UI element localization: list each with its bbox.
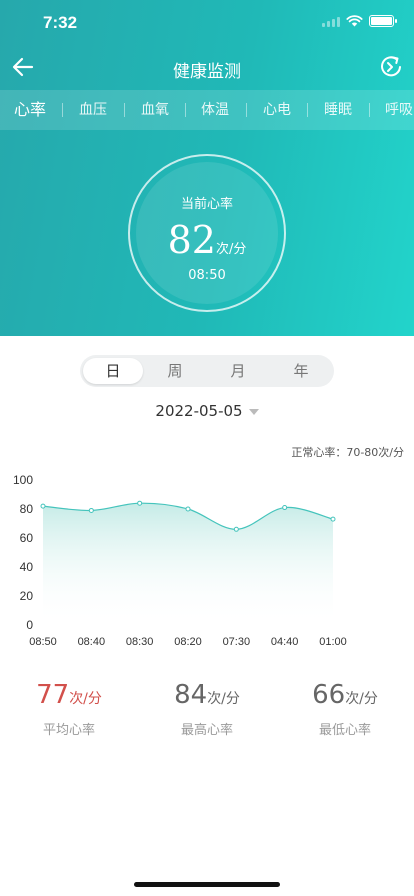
tab-divider bbox=[307, 103, 308, 117]
stat-average-label: 平均心率 bbox=[42, 723, 95, 738]
stat-max-value: 84 bbox=[174, 680, 208, 710]
chart-point bbox=[137, 500, 143, 506]
current-rate-unit: 次/分 bbox=[215, 242, 247, 257]
x-tick-label: 08:40 bbox=[78, 636, 106, 648]
gauge-inner-circle: 当前心率 82次/分 08:50 bbox=[136, 162, 278, 304]
x-tick-label: 08:20 bbox=[174, 636, 202, 648]
y-tick-label: 0 bbox=[26, 618, 33, 632]
normal-range-note: 正常心率：70-80次/分 bbox=[291, 446, 404, 459]
wifi-icon bbox=[346, 15, 363, 27]
current-rate-row: 82次/分 bbox=[136, 218, 278, 262]
status-bar: 7:32 bbox=[0, 0, 414, 44]
chart-point bbox=[233, 526, 239, 532]
y-tick-label: 40 bbox=[20, 560, 34, 574]
status-time: 7:32 bbox=[43, 13, 78, 32]
tab-sleep[interactable]: 睡眠 bbox=[309, 90, 367, 130]
stat-min-label: 最低心率 bbox=[318, 723, 371, 738]
period-day[interactable]: 日 bbox=[83, 358, 143, 384]
stat-average-row: 77次/分 bbox=[0, 680, 138, 716]
page-title: 健康监测 bbox=[173, 62, 241, 82]
x-tick-label: 01:00 bbox=[319, 636, 347, 648]
stat-min-row: 66次/分 bbox=[276, 680, 414, 716]
x-tick-label: 08:30 bbox=[126, 636, 154, 648]
tab-divider bbox=[62, 103, 63, 117]
stat-max-label: 最高心率 bbox=[180, 723, 233, 738]
stat-average: 77次/分 平均心率 bbox=[0, 680, 138, 738]
current-rate-value: 82 bbox=[167, 218, 216, 262]
tab-divider bbox=[246, 103, 247, 117]
chart-point bbox=[282, 505, 288, 511]
tab-heart-rate[interactable]: 心率 bbox=[0, 90, 60, 130]
y-tick-label: 80 bbox=[20, 502, 34, 516]
stat-average-value: 77 bbox=[36, 680, 70, 710]
y-tick-label: 60 bbox=[20, 531, 34, 545]
selected-date: 2022-05-05 bbox=[155, 402, 243, 420]
home-indicator bbox=[134, 882, 280, 887]
current-rate-label: 当前心率 bbox=[180, 197, 233, 212]
tab-blood-pressure[interactable]: 血压 bbox=[64, 90, 122, 130]
period-selector: 日 周 月 年 bbox=[80, 355, 334, 387]
chart-point bbox=[40, 503, 46, 509]
y-tick-label: 20 bbox=[20, 589, 34, 603]
x-tick-label: 07:30 bbox=[223, 636, 251, 648]
period-week[interactable]: 周 bbox=[145, 358, 205, 384]
tab-blood-oxygen[interactable]: 血氧 bbox=[126, 90, 184, 130]
chart-area-fill bbox=[43, 503, 333, 625]
stat-min-value: 66 bbox=[312, 680, 346, 710]
metric-tabs: 心率 血压 血氧 体温 心电 睡眠 呼吸 bbox=[0, 90, 414, 130]
tab-divider bbox=[124, 103, 125, 117]
header-banner: 7:32 健康监测 心率 血压 血氧 体温 心电 睡眠 呼吸 当前心率 82次/… bbox=[0, 0, 414, 336]
stat-min-unit: 次/分 bbox=[345, 691, 378, 707]
heart-rate-chart: 0 20 40 60 80 100 08:50 08:40 08:30 08:20 07:30 04… bbox=[13, 473, 347, 648]
x-tick-label: 08:50 bbox=[29, 636, 57, 648]
tab-respiration[interactable]: 呼吸 bbox=[371, 90, 414, 130]
period-year[interactable]: 年 bbox=[271, 358, 331, 384]
date-picker[interactable]: 2022-05-05 bbox=[0, 402, 414, 420]
tab-temperature[interactable]: 体温 bbox=[186, 90, 244, 130]
status-icons bbox=[322, 15, 397, 27]
refresh-icon[interactable] bbox=[378, 54, 404, 80]
chart-point bbox=[88, 507, 94, 513]
current-rate-time: 08:50 bbox=[188, 268, 226, 283]
chart-point bbox=[185, 506, 191, 512]
tab-ecg[interactable]: 心电 bbox=[248, 90, 306, 130]
caret-down-icon bbox=[248, 408, 259, 415]
stat-max: 84次/分 最高心率 bbox=[138, 680, 276, 738]
nav-bar: 健康监测 bbox=[0, 44, 414, 90]
chart-point bbox=[330, 516, 336, 522]
period-month[interactable]: 月 bbox=[208, 358, 268, 384]
heart-rate-stats: 77次/分 平均心率 84次/分 最高心率 66次/分 最低心率 bbox=[0, 680, 414, 750]
stat-max-unit: 次/分 bbox=[207, 691, 240, 707]
x-tick-label: 04:40 bbox=[271, 636, 299, 648]
stat-max-row: 84次/分 bbox=[138, 680, 276, 716]
stat-min: 66次/分 最低心率 bbox=[276, 680, 414, 738]
tab-divider bbox=[369, 103, 370, 117]
stat-average-unit: 次/分 bbox=[69, 691, 102, 707]
current-heart-rate-gauge: 当前心率 82次/分 08:50 bbox=[128, 154, 286, 312]
cellular-signal-icon bbox=[322, 16, 340, 27]
battery-icon bbox=[369, 15, 397, 27]
y-tick-label: 100 bbox=[13, 473, 33, 487]
